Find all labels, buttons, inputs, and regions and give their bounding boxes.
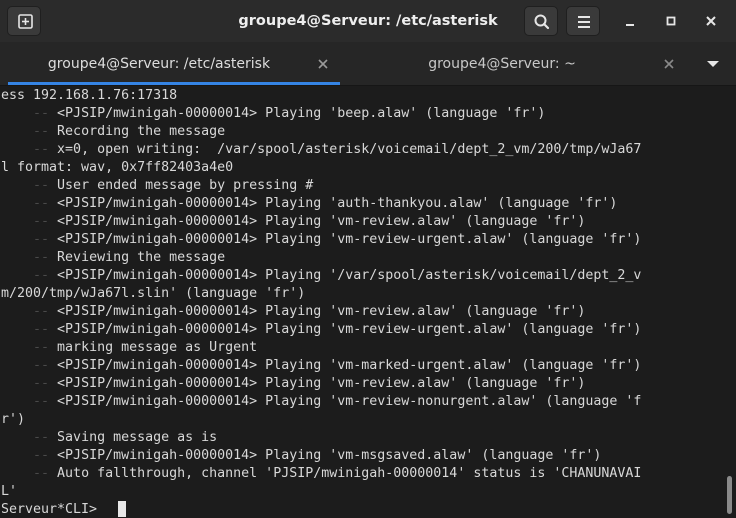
verbose-prefix: -- <box>1 358 58 373</box>
verbose-prefix: -- <box>1 448 58 463</box>
terminal-line-text: Reviewing the message <box>57 250 226 265</box>
terminal-line: m/200/tmp/wJa67l.slin' (language 'fr') <box>1 285 305 303</box>
tab-label: groupe4@Serveur: /etc/asterisk <box>47 56 271 72</box>
terminal-line: -- <PJSIP/mwinigah-00000014> Playing 'vm… <box>1 447 601 465</box>
tab-close-button[interactable] <box>316 57 330 71</box>
terminal-line-text: <PJSIP/mwinigah-00000014> Playing '/var/… <box>57 268 642 283</box>
terminal-line: -- Reviewing the message <box>1 249 225 267</box>
tab-home[interactable]: groupe4@Serveur: ~ <box>348 42 686 85</box>
terminal-output[interactable]: ess 192.168.1.76:17318 -- <PJSIP/mwiniga… <box>0 86 724 518</box>
verbose-prefix: -- <box>1 232 58 247</box>
terminal-line: -- <PJSIP/mwinigah-00000014> Playing 'be… <box>1 105 545 123</box>
terminal-line: -- <PJSIP/mwinigah-00000014> Playing 'vm… <box>1 303 585 321</box>
active-tab-indicator <box>8 82 340 85</box>
scrollbar-thumb[interactable] <box>727 476 732 514</box>
terminal-line: -- Auto fallthrough, channel 'PJSIP/mwin… <box>1 465 641 483</box>
search-icon <box>534 14 550 30</box>
tab-close-button[interactable] <box>662 57 676 71</box>
terminal-line: -- <PJSIP/mwinigah-00000014> Playing 'vm… <box>1 375 585 393</box>
terminal-line: -- <PJSIP/mwinigah-00000014> Playing 'vm… <box>1 393 641 411</box>
verbose-prefix: -- <box>1 322 58 337</box>
terminal-line: -- x=0, open writing: /var/spool/asteris… <box>1 141 641 159</box>
terminal-line-text: Auto fallthrough, channel 'PJSIP/mwiniga… <box>57 466 642 481</box>
tab-list-dropdown[interactable] <box>700 56 726 74</box>
window-title: groupe4@Serveur: /etc/asterisk <box>238 13 498 29</box>
terminal-line-text: <PJSIP/mwinigah-00000014> Playing 'vm-re… <box>57 322 642 337</box>
terminal-line-text: l format: wav, 0x7ff82403a4e0 <box>1 160 234 175</box>
terminal-line-text: <PJSIP/mwinigah-00000014> Playing 'vm-re… <box>57 232 642 247</box>
scrollbar[interactable] <box>724 86 736 518</box>
verbose-prefix: -- <box>1 430 58 445</box>
terminal-line: ess 192.168.1.76:17318 <box>1 87 177 105</box>
terminal-line: Serveur*CLI> <box>1 501 105 518</box>
terminal-line-text: marking message as Urgent <box>57 340 258 355</box>
verbose-prefix: -- <box>1 178 58 193</box>
terminal-line: -- marking message as Urgent <box>1 339 257 357</box>
terminal-line: -- <PJSIP/mwinigah-00000014> Playing 'vm… <box>1 321 641 339</box>
verbose-prefix: -- <box>1 376 58 391</box>
terminal-line-text: Serveur*CLI> <box>1 502 106 517</box>
maximize-button[interactable] <box>659 9 683 33</box>
terminal-line-text: m/200/tmp/wJa67l.slin' (language 'fr') <box>1 286 306 301</box>
minimize-button[interactable] <box>618 9 642 33</box>
hamburger-menu-icon <box>578 16 590 28</box>
terminal-line: l format: wav, 0x7ff82403a4e0 <box>1 159 233 177</box>
verbose-prefix: -- <box>1 214 58 229</box>
terminal-line-text: <PJSIP/mwinigah-00000014> Playing 'auth-… <box>57 196 618 211</box>
terminal-line: -- Saving message as is <box>1 429 217 447</box>
terminal-line: -- <PJSIP/mwinigah-00000014> Playing '/v… <box>1 267 641 285</box>
terminal-line: -- User ended message by pressing # <box>1 177 313 195</box>
terminal-line: L' <box>1 483 17 501</box>
terminal-line-text: L' <box>1 484 18 499</box>
terminal-line-text: <PJSIP/mwinigah-00000014> Playing 'vm-ms… <box>57 448 602 463</box>
terminal-line-text: <PJSIP/mwinigah-00000014> Playing 'beep.… <box>57 106 546 121</box>
text-cursor <box>118 501 126 517</box>
terminal-line: -- <PJSIP/mwinigah-00000014> Playing 'vm… <box>1 357 641 375</box>
verbose-prefix: -- <box>1 466 58 481</box>
close-icon <box>664 59 674 69</box>
header-bar: groupe4@Serveur: /etc/asterisk <box>0 0 736 42</box>
terminal-line: -- <PJSIP/mwinigah-00000014> Playing 'au… <box>1 195 617 213</box>
tab-label: groupe4@Serveur: ~ <box>428 56 576 72</box>
new-tab-icon <box>18 14 33 29</box>
terminal-line-text: <PJSIP/mwinigah-00000014> Playing 'vm-re… <box>57 376 586 391</box>
verbose-prefix: -- <box>1 142 58 157</box>
terminal-line-text: Saving message as is <box>57 430 218 445</box>
verbose-prefix: -- <box>1 340 58 355</box>
terminal-line-text: r') <box>1 412 26 427</box>
verbose-prefix: -- <box>1 124 58 139</box>
verbose-prefix: -- <box>1 250 58 265</box>
terminal-line-text: <PJSIP/mwinigah-00000014> Playing 'vm-ma… <box>57 358 642 373</box>
verbose-prefix: -- <box>1 196 58 211</box>
terminal-line-text: Recording the message <box>57 124 226 139</box>
new-tab-button[interactable] <box>7 6 41 36</box>
maximize-icon <box>666 16 676 26</box>
terminal-line: -- Recording the message <box>1 123 225 141</box>
chevron-down-icon <box>707 61 719 67</box>
terminal-line: -- <PJSIP/mwinigah-00000014> Playing 'vm… <box>1 231 641 249</box>
terminal-line-text: <PJSIP/mwinigah-00000014> Playing 'vm-re… <box>57 304 586 319</box>
terminal-line-text: <PJSIP/mwinigah-00000014> Playing 'vm-re… <box>57 214 586 229</box>
terminal-line: -- <PJSIP/mwinigah-00000014> Playing 'vm… <box>1 213 585 231</box>
close-icon <box>318 59 328 69</box>
terminal-line-text: <PJSIP/mwinigah-00000014> Playing 'vm-re… <box>57 394 642 409</box>
close-button[interactable] <box>699 9 723 33</box>
verbose-prefix: -- <box>1 106 58 121</box>
terminal-line: r') <box>1 411 25 429</box>
menu-button[interactable] <box>566 6 600 36</box>
close-icon <box>706 16 716 26</box>
terminal-line-text: ess 192.168.1.76:17318 <box>1 88 178 103</box>
terminal-window: groupe4@Serveur: /etc/asterisk groupe4@S… <box>0 0 736 518</box>
tab-bar: groupe4@Serveur: /etc/asterisk groupe4@S… <box>0 42 736 86</box>
verbose-prefix: -- <box>1 268 58 283</box>
terminal-line-text: User ended message by pressing # <box>57 178 314 193</box>
tab-etc-asterisk[interactable]: groupe4@Serveur: /etc/asterisk <box>8 42 340 85</box>
verbose-prefix: -- <box>1 394 58 409</box>
verbose-prefix: -- <box>1 304 58 319</box>
terminal-line-text: x=0, open writing: /var/spool/asterisk/v… <box>57 142 642 157</box>
search-button[interactable] <box>524 6 558 36</box>
minimize-icon <box>626 24 634 26</box>
